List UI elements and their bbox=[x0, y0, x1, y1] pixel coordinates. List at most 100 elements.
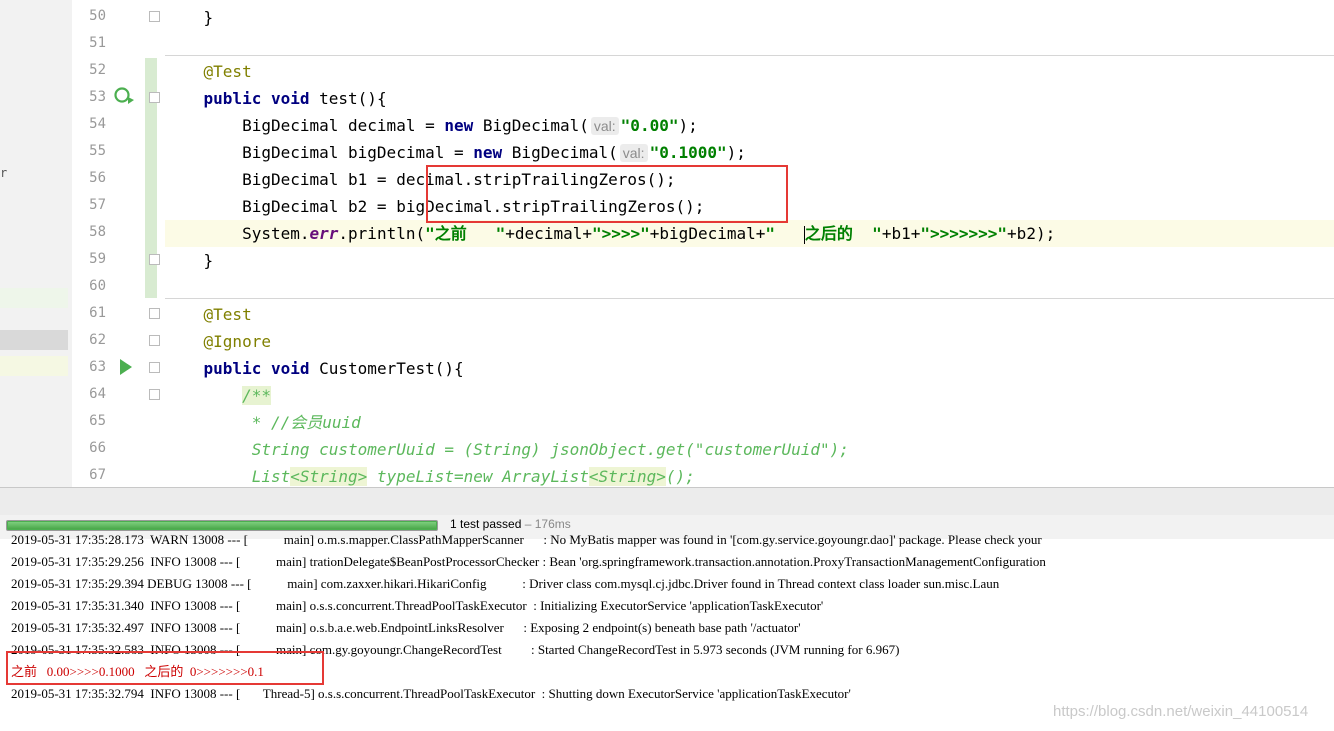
code-text: BigDecimal b2 = bbox=[242, 197, 397, 216]
code-line-67[interactable]: List<String> typeList=new ArrayList<Stri… bbox=[165, 463, 1334, 487]
fold-marker-icon[interactable] bbox=[149, 335, 160, 346]
code-text: +b2); bbox=[1007, 224, 1056, 243]
code-text: +decimal+ bbox=[505, 224, 592, 243]
code-text: ); bbox=[726, 143, 746, 162]
fold-marker-icon[interactable] bbox=[149, 308, 160, 319]
line-number: 50 bbox=[89, 8, 106, 24]
keyword: void bbox=[270, 89, 310, 108]
line-number: 57 bbox=[89, 197, 106, 213]
code-text: BigDecimal b1 = bbox=[242, 170, 397, 189]
comment: <String> bbox=[588, 467, 666, 486]
highlight-box bbox=[6, 651, 324, 685]
code-text: CustomerTest(){ bbox=[319, 359, 464, 378]
code-line-62[interactable]: @Ignore bbox=[165, 328, 1334, 355]
code-text: BigDecimal decimal = bbox=[242, 116, 445, 135]
code-text: +bigDecimal+ bbox=[649, 224, 766, 243]
code-text: } bbox=[203, 251, 214, 270]
console-line: 2019-05-31 17:35:32.497 INFO 13008 --- [… bbox=[11, 620, 801, 635]
method-separator bbox=[165, 298, 1334, 299]
code-line-66[interactable]: String customerUuid = (String) jsonObjec… bbox=[165, 436, 1334, 463]
code-text: BigDecimal( bbox=[511, 143, 618, 162]
line-number: 52 bbox=[89, 62, 106, 78]
code-line-53[interactable]: public void test(){ bbox=[165, 85, 1334, 112]
field-reference: err bbox=[309, 224, 339, 243]
method-separator bbox=[165, 55, 1334, 56]
highlight-box bbox=[426, 165, 788, 223]
code-line-64[interactable]: /** bbox=[165, 382, 1334, 409]
code-text: } bbox=[203, 8, 214, 27]
code-line-61[interactable]: @Test bbox=[165, 301, 1334, 328]
string-literal: ">>>>>>>" bbox=[920, 224, 1008, 243]
panel-marker: r bbox=[0, 166, 8, 180]
code-text: System. bbox=[242, 224, 310, 243]
code-line-50[interactable]: } bbox=[165, 4, 1334, 31]
comment: /** bbox=[242, 386, 271, 405]
line-number: 55 bbox=[89, 143, 106, 159]
comment: String customerUuid = (String) jsonObjec… bbox=[242, 440, 849, 459]
string-literal: "0.00" bbox=[620, 116, 679, 135]
line-number: 63 bbox=[89, 359, 106, 375]
line-number: 56 bbox=[89, 170, 106, 186]
comment: List bbox=[242, 467, 291, 486]
string-literal: " bbox=[765, 224, 804, 243]
line-number: 51 bbox=[89, 35, 106, 51]
console-line: 2019-05-31 17:35:29.256 INFO 13008 --- [… bbox=[11, 554, 1046, 569]
fold-marker-icon[interactable] bbox=[149, 362, 160, 373]
console-line: 2019-05-31 17:35:32.794 INFO 13008 --- [… bbox=[11, 686, 851, 701]
line-number: 53 bbox=[89, 89, 106, 105]
run-test-icon[interactable] bbox=[118, 358, 134, 376]
comment: (); bbox=[665, 467, 695, 486]
string-literal: "之前 " bbox=[425, 224, 506, 243]
code-line-55[interactable]: BigDecimal bigDecimal = new BigDecimal(v… bbox=[165, 139, 1334, 166]
code-text: ); bbox=[678, 116, 698, 135]
code-line-63[interactable]: public void CustomerTest(){ bbox=[165, 355, 1334, 382]
code-text: BigDecimal bigDecimal = bbox=[242, 143, 474, 162]
parameter-hint: val: bbox=[590, 117, 619, 135]
keyword: new bbox=[473, 143, 503, 162]
code-text: .println( bbox=[338, 224, 426, 243]
panel-row-selected[interactable] bbox=[0, 330, 68, 350]
line-number: 64 bbox=[89, 386, 106, 402]
code-text: +b1+ bbox=[881, 224, 921, 243]
line-number: 54 bbox=[89, 116, 106, 132]
code-line-58-current[interactable]: System.err.println("之前 "+decimal+">>>>"+… bbox=[165, 220, 1334, 247]
line-number: 60 bbox=[89, 278, 106, 294]
panel-row[interactable] bbox=[0, 356, 68, 376]
panel-row[interactable] bbox=[0, 288, 68, 308]
code-line-52[interactable]: @Test bbox=[165, 58, 1334, 85]
code-text: BigDecimal( bbox=[482, 116, 589, 135]
annotation: @Test bbox=[203, 62, 252, 81]
line-number: 62 bbox=[89, 332, 106, 348]
line-number: 65 bbox=[89, 413, 106, 429]
run-test-rerun-icon[interactable] bbox=[113, 86, 135, 106]
keyword: new bbox=[444, 116, 474, 135]
fold-marker-icon[interactable] bbox=[149, 389, 160, 400]
fold-marker-icon[interactable] bbox=[149, 11, 160, 22]
comment: <String> bbox=[290, 467, 368, 486]
line-number: 58 bbox=[89, 224, 106, 240]
code-text: test(){ bbox=[319, 89, 387, 108]
keyword: public bbox=[203, 89, 262, 108]
line-number: 61 bbox=[89, 305, 106, 321]
console-line: 2019-05-31 17:35:28.173 WARN 13008 --- [… bbox=[11, 532, 1042, 547]
code-editor[interactable]: r 50 51 52 53 54 55 56 57 58 59 60 61 62… bbox=[0, 0, 1334, 487]
line-number: 66 bbox=[89, 440, 106, 456]
annotation: @Test bbox=[203, 305, 252, 324]
code-line-54[interactable]: BigDecimal decimal = new BigDecimal(val:… bbox=[165, 112, 1334, 139]
comment: * //会员uuid bbox=[242, 413, 361, 432]
string-literal: "0.1000" bbox=[649, 143, 727, 162]
code-line-65[interactable]: * //会员uuid bbox=[165, 409, 1334, 436]
keyword: public bbox=[203, 359, 262, 378]
annotation: @Ignore bbox=[203, 332, 271, 351]
console-line: 2019-05-31 17:35:31.340 INFO 13008 --- [… bbox=[11, 598, 824, 613]
fold-marker-icon[interactable] bbox=[149, 92, 160, 103]
panel-divider[interactable] bbox=[0, 487, 1334, 516]
line-number: 59 bbox=[89, 251, 106, 267]
comment: typeList=new ArrayList bbox=[367, 467, 589, 486]
fold-marker-icon[interactable] bbox=[149, 254, 160, 265]
keyword: void bbox=[270, 359, 310, 378]
code-line-59[interactable]: } bbox=[165, 247, 1334, 274]
line-number: 67 bbox=[89, 467, 106, 483]
project-panel-edge: r bbox=[0, 0, 73, 487]
parameter-hint: val: bbox=[619, 144, 648, 162]
